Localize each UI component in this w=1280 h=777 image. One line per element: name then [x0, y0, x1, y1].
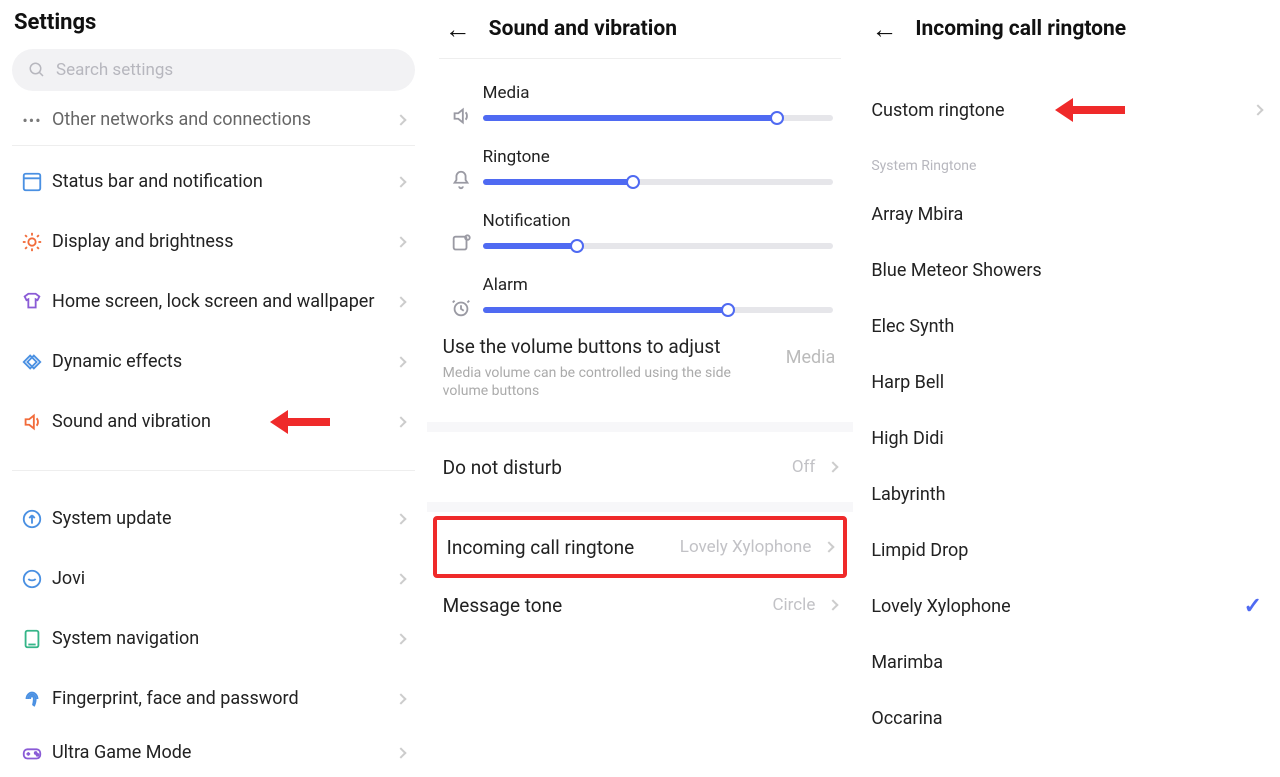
fingerprint-icon	[12, 688, 52, 710]
notification-slider[interactable]	[483, 243, 834, 249]
back-arrow-icon[interactable]: ←	[871, 14, 897, 45]
section-gap	[427, 502, 854, 512]
ringtone-label: Marimba	[871, 652, 1262, 673]
chevron-right-icon	[828, 461, 839, 472]
ringtone-item[interactable]: Harp Bell	[865, 354, 1268, 410]
do-not-disturb-row[interactable]: Do not disturb Off	[439, 436, 842, 498]
search-placeholder: Search settings	[56, 60, 173, 80]
ringtone-item[interactable]: High Didi	[865, 410, 1268, 466]
volume-row-media: Media	[439, 73, 842, 137]
settings-item-system-navigation[interactable]: System navigation	[12, 609, 415, 669]
panel-header: ← Sound and vibration	[439, 0, 842, 58]
annotation-highlight-box: Incoming call ringtone Lovely Xylophone	[433, 516, 848, 578]
jovi-icon	[12, 568, 52, 590]
ringtone-label: Elec Synth	[871, 316, 1262, 337]
section-label: System Ringtone	[865, 138, 1268, 186]
sound-icon	[12, 411, 52, 433]
settings-title: Settings	[12, 0, 415, 49]
ringtone-volume-icon	[439, 169, 483, 191]
ringtone-label: Lovely Xylophone	[871, 596, 1243, 617]
search-icon	[28, 61, 46, 79]
ringtone-item[interactable]: Lovely Xylophone✓	[865, 578, 1268, 634]
ringtone-label: Harp Bell	[871, 372, 1262, 393]
ringtone-item[interactable]: Labyrinth	[865, 466, 1268, 522]
panel-title: Sound and vibration	[489, 17, 677, 41]
ringtone-item[interactable]: Limpid Drop	[865, 522, 1268, 578]
settings-item-system-update[interactable]: System update	[12, 489, 415, 549]
tshirt-icon	[12, 291, 52, 313]
settings-panel: Settings Search settings ••• Other netwo…	[0, 0, 427, 775]
sound-vibration-panel: ← Sound and vibration Media Ringtone	[427, 0, 854, 775]
ringtone-label: Occarina	[871, 708, 1262, 729]
panel-title: Incoming call ringtone	[915, 17, 1126, 41]
update-icon	[12, 508, 52, 530]
statusbar-icon	[12, 171, 52, 193]
dots-icon: •••	[22, 111, 41, 130]
notification-volume-icon	[439, 233, 483, 255]
settings-item-dynamic-effects[interactable]: Dynamic effects	[12, 332, 415, 392]
panel-header: ← Incoming call ringtone	[865, 0, 1268, 58]
ringtone-label: Limpid Drop	[871, 540, 1262, 561]
divider	[12, 470, 415, 471]
volume-row-alarm: Alarm	[439, 265, 842, 329]
slider-label: Notification	[483, 211, 834, 231]
check-icon: ✓	[1244, 594, 1262, 619]
ringtone-label: High Didi	[871, 428, 1262, 449]
ringtone-label: Array Mbira	[871, 204, 1262, 225]
section-gap	[427, 422, 854, 432]
volume-row-notification: Notification	[439, 201, 842, 265]
annotation-arrow-icon	[1055, 98, 1125, 122]
ringtone-label: Blue Meteor Showers	[871, 260, 1262, 281]
settings-item-fingerprint[interactable]: Fingerprint, face and password	[12, 669, 415, 729]
settings-item-other-networks[interactable]: ••• Other networks and connections	[12, 101, 415, 139]
search-bar[interactable]: Search settings	[12, 49, 415, 91]
divider	[12, 145, 415, 146]
media-slider[interactable]	[483, 115, 834, 121]
ringtone-item[interactable]: Occarina	[865, 690, 1268, 746]
ringtone-item[interactable]: Array Mbira	[865, 186, 1268, 242]
ringtone-label: Labyrinth	[871, 484, 1262, 505]
custom-ringtone-row[interactable]: Custom ringtone	[865, 82, 1268, 138]
settings-item-status-bar[interactable]: Status bar and notification	[12, 152, 415, 212]
settings-item-display[interactable]: Display and brightness	[12, 212, 415, 272]
chevron-right-icon	[828, 599, 839, 610]
volume-row-ringtone: Ringtone	[439, 137, 842, 201]
media-volume-icon	[439, 105, 483, 127]
ringtone-item[interactable]: Elec Synth	[865, 298, 1268, 354]
settings-item-jovi[interactable]: Jovi	[12, 549, 415, 609]
settings-item-sound-vibration[interactable]: Sound and vibration	[12, 392, 415, 452]
ringtone-item[interactable]: Blue Meteor Showers	[865, 242, 1268, 298]
brightness-icon	[12, 231, 52, 253]
slider-label: Media	[483, 83, 834, 103]
chevron-right-icon	[824, 541, 835, 552]
ringtone-panel: ← Incoming call ringtone Custom ringtone…	[853, 0, 1280, 775]
dynamic-effects-icon	[12, 351, 52, 373]
volume-buttons-setting[interactable]: Use the volume buttons to adjust Media v…	[439, 329, 842, 418]
slider-label: Ringtone	[483, 147, 834, 167]
settings-item-game-mode[interactable]: Ultra Game Mode	[12, 729, 415, 777]
back-arrow-icon[interactable]: ←	[445, 14, 471, 45]
ringtone-item[interactable]: Marimba	[865, 634, 1268, 690]
setting-value: Media	[786, 347, 836, 368]
system-nav-icon	[12, 628, 52, 650]
settings-item-home-screen[interactable]: Home screen, lock screen and wallpaper	[12, 272, 415, 332]
alarm-slider[interactable]	[483, 307, 834, 313]
ringtone-list: Array Mbira Blue Meteor Showers Elec Synth…	[865, 186, 1268, 746]
gamepad-icon	[12, 742, 52, 764]
incoming-call-ringtone-row[interactable]: Incoming call ringtone Lovely Xylophone	[443, 520, 838, 574]
alarm-volume-icon	[439, 297, 483, 319]
divider	[439, 58, 842, 59]
ringtone-slider[interactable]	[483, 179, 834, 185]
message-tone-row[interactable]: Message tone Circle	[439, 578, 842, 632]
slider-label: Alarm	[483, 275, 834, 295]
annotation-arrow-icon	[270, 410, 330, 434]
